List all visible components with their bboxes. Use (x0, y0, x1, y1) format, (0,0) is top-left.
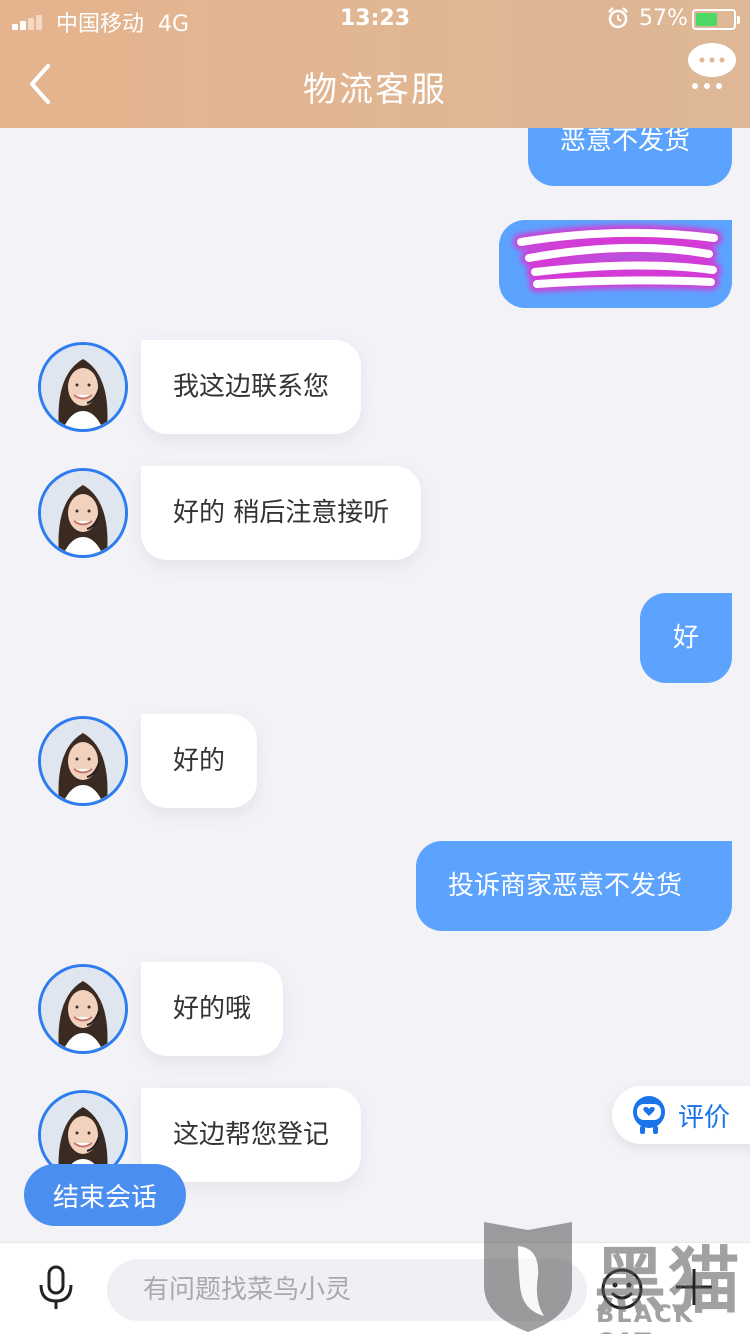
plus-icon[interactable] (674, 1267, 714, 1307)
agent-message: 好的 稍后注意接听 (141, 466, 422, 560)
top-header: 中国移动 4G 13:23 57% 物流客服 (0, 0, 750, 128)
alarm-icon (608, 7, 628, 29)
agent-avatar-icon (41, 471, 125, 555)
microphone-icon[interactable] (36, 1265, 76, 1311)
user-message-redacted (499, 220, 732, 308)
chat-area[interactable]: 恶意不发货 我这边联系您 好的 稍后注意接听 好 好的 投诉商家恶意不发货 好的… (0, 128, 750, 1242)
agent-avatar (38, 716, 128, 806)
redaction-scribble-icon (513, 224, 722, 292)
more-options-icon[interactable] (686, 40, 738, 92)
message-input[interactable] (107, 1259, 587, 1321)
robot-heart-icon (633, 1096, 665, 1134)
user-message: 好 (640, 593, 732, 683)
input-bar (0, 1242, 750, 1334)
battery-icon (692, 9, 740, 30)
battery-percent: 57% (639, 6, 688, 31)
user-message: 投诉商家恶意不发货 (416, 841, 732, 931)
agent-avatar-icon (41, 967, 125, 1051)
agent-avatar-icon (41, 719, 125, 803)
agent-avatar-icon (41, 345, 125, 429)
agent-message: 这边帮您登记 (141, 1088, 362, 1182)
page-title: 物流客服 (303, 70, 447, 110)
agent-message: 好的 (141, 714, 258, 808)
agent-message: 好的哦 (141, 962, 284, 1056)
agent-avatar (38, 342, 128, 432)
agent-message: 我这边联系您 (141, 340, 362, 434)
agent-avatar (38, 964, 128, 1054)
rate-label: 评价 (678, 1102, 731, 1133)
end-session-button[interactable]: 结束会话 (24, 1164, 186, 1226)
emoji-icon[interactable] (600, 1267, 644, 1311)
user-message: 恶意不发货 (528, 128, 732, 186)
agent-avatar (38, 468, 128, 558)
clock: 13:23 (339, 6, 411, 31)
status-bar: 中国移动 4G 13:23 57% (0, 0, 750, 40)
rate-button[interactable]: 评价 (612, 1086, 750, 1144)
